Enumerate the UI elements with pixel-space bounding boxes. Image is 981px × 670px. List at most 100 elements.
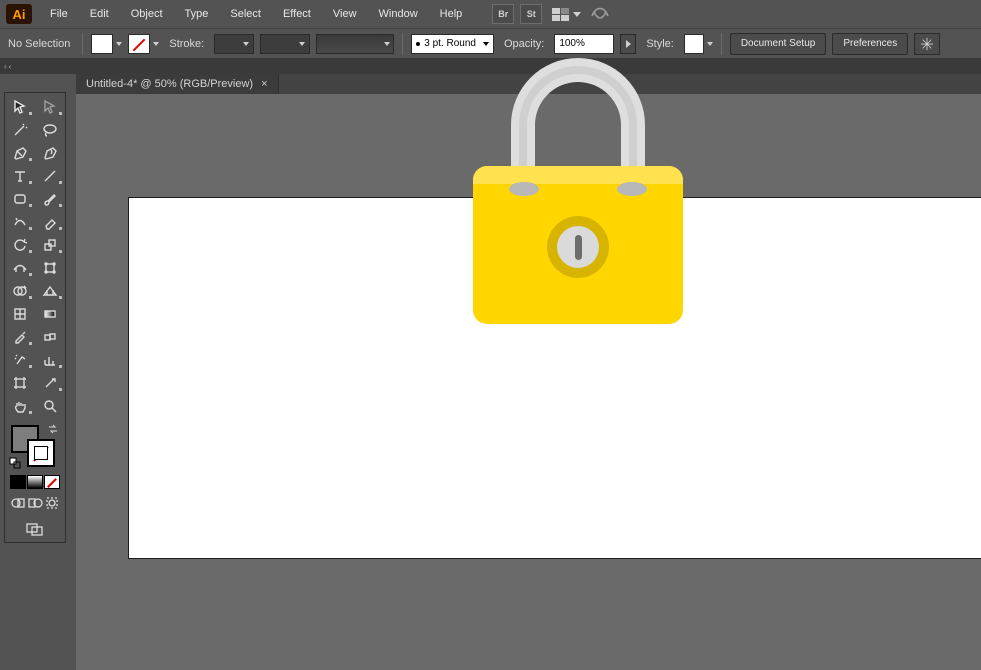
gradient-tool[interactable] <box>35 302 65 325</box>
chevron-right-icon <box>626 40 631 48</box>
scale-tool[interactable] <box>35 233 65 256</box>
chevron-down-icon <box>153 42 159 46</box>
expand-handle-icon: ‹‹ <box>4 62 13 71</box>
direct-selection-tool[interactable] <box>35 95 65 118</box>
menu-effect[interactable]: Effect <box>273 4 321 24</box>
shape-builder-tool[interactable] <box>5 279 35 302</box>
draw-mode-row <box>5 493 65 516</box>
lock-hole-left-icon <box>509 182 539 196</box>
opacity-label: Opacity: <box>500 38 548 50</box>
align-to-button[interactable] <box>914 33 940 55</box>
preferences-button[interactable]: Preferences <box>832 33 908 55</box>
magic-wand-tool[interactable] <box>5 118 35 141</box>
line-tool[interactable] <box>35 164 65 187</box>
width-tool[interactable] <box>5 256 35 279</box>
screen-mode-button[interactable] <box>5 518 65 536</box>
mesh-tool[interactable] <box>5 302 35 325</box>
document-setup-button[interactable]: Document Setup <box>730 33 827 55</box>
pen-tool[interactable] <box>5 141 35 164</box>
fill-swatch-icon <box>91 34 113 54</box>
menu-bar: Ai File Edit Object Type Select Effect V… <box>0 0 981 28</box>
fill-color-dropdown[interactable] <box>91 34 122 54</box>
brush-definition-dropdown[interactable] <box>316 34 394 54</box>
chevron-down-icon <box>573 12 581 17</box>
canvas-area[interactable] <box>76 94 981 670</box>
rotate-tool[interactable] <box>5 233 35 256</box>
menu-edit[interactable]: Edit <box>80 4 119 24</box>
chevron-down-icon <box>384 42 390 46</box>
graphic-style-dropdown[interactable] <box>684 34 713 54</box>
stroke-label: Stroke: <box>165 38 208 50</box>
opacity-value: 100% <box>559 38 585 49</box>
shaper-tool[interactable] <box>5 210 35 233</box>
dot-icon <box>416 42 420 46</box>
chevron-down-icon <box>707 42 713 46</box>
eyedropper-tool[interactable] <box>5 325 35 348</box>
hand-tool[interactable] <box>5 394 35 417</box>
menu-help[interactable]: Help <box>430 4 473 24</box>
variable-width-profile-dropdown[interactable] <box>260 34 310 54</box>
rectangle-tool[interactable] <box>5 187 35 210</box>
color-mode-solid[interactable] <box>10 475 26 489</box>
artboard-tool[interactable] <box>5 371 35 394</box>
bridge-launcher-button[interactable]: Br <box>492 4 514 24</box>
workspace-switcher[interactable] <box>552 5 580 23</box>
app-badge-icon: Ai <box>6 4 32 24</box>
stroke-width-field[interactable] <box>214 34 254 54</box>
menu-view[interactable]: View <box>323 4 367 24</box>
eraser-tool[interactable] <box>35 210 65 233</box>
curvature-tool[interactable] <box>35 141 65 164</box>
menu-window[interactable]: Window <box>369 4 428 24</box>
paintbrush-tool[interactable] <box>35 187 65 210</box>
document-tab-title: Untitled-4* @ 50% (RGB/Preview) <box>86 78 253 90</box>
default-fill-stroke-icon[interactable] <box>9 457 21 469</box>
lasso-tool[interactable] <box>35 118 65 141</box>
slice-tool[interactable] <box>35 371 65 394</box>
stroke-swatch[interactable] <box>27 439 55 467</box>
color-mode-row <box>5 473 65 491</box>
style-swatch-icon <box>684 34 704 54</box>
document-tab[interactable]: Untitled-4* @ 50% (RGB/Preview) × <box>76 74 279 94</box>
draw-inside-icon[interactable] <box>44 496 60 513</box>
fill-stroke-selector[interactable] <box>5 421 65 471</box>
zoom-tool[interactable] <box>35 394 65 417</box>
control-bar: No Selection Stroke: 3 pt. Round Opacity… <box>0 28 981 58</box>
stroke-color-dropdown[interactable] <box>128 34 159 54</box>
menu-file[interactable]: File <box>40 4 78 24</box>
lock-body-highlight-icon <box>473 166 683 184</box>
brush-profile-label: 3 pt. Round <box>424 38 476 49</box>
symbol-sprayer-tool[interactable] <box>5 348 35 371</box>
nostroke-swatch-icon <box>128 34 150 54</box>
column-graph-tool[interactable] <box>35 348 65 371</box>
style-label: Style: <box>642 38 678 50</box>
swap-fill-stroke-icon[interactable] <box>47 423 59 435</box>
draw-behind-icon[interactable] <box>27 496 43 513</box>
chevron-down-icon <box>299 42 305 46</box>
color-mode-none[interactable] <box>44 475 60 489</box>
free-transform-tool[interactable] <box>35 256 65 279</box>
blend-tool[interactable] <box>35 325 65 348</box>
toolbox-panel <box>4 92 66 543</box>
stock-launcher-button[interactable]: St <box>520 4 542 24</box>
lock-illustration[interactable] <box>473 58 683 328</box>
opacity-expand-button[interactable] <box>620 34 636 54</box>
opacity-field[interactable]: 100% <box>554 34 614 54</box>
artboard[interactable] <box>129 198 981 558</box>
chevron-down-icon <box>243 42 249 46</box>
lock-keyhole-slot-icon <box>575 235 582 260</box>
selection-tool[interactable] <box>5 95 35 118</box>
selection-state-label: No Selection <box>4 38 74 50</box>
perspective-grid-tool[interactable] <box>35 279 65 302</box>
draw-normal-icon[interactable] <box>10 496 26 513</box>
tab-close-button[interactable]: × <box>261 78 267 90</box>
color-mode-gradient[interactable] <box>27 475 43 489</box>
search-adobe-icon[interactable] <box>588 4 612 24</box>
workspace-grid-icon <box>552 8 569 21</box>
chevron-down-icon <box>116 42 122 46</box>
menu-object[interactable]: Object <box>121 4 173 24</box>
type-tool[interactable] <box>5 164 35 187</box>
brush-profile-dropdown[interactable]: 3 pt. Round <box>411 34 494 54</box>
menu-select[interactable]: Select <box>220 4 271 24</box>
menu-type[interactable]: Type <box>175 4 219 24</box>
chevron-down-icon <box>483 42 489 46</box>
